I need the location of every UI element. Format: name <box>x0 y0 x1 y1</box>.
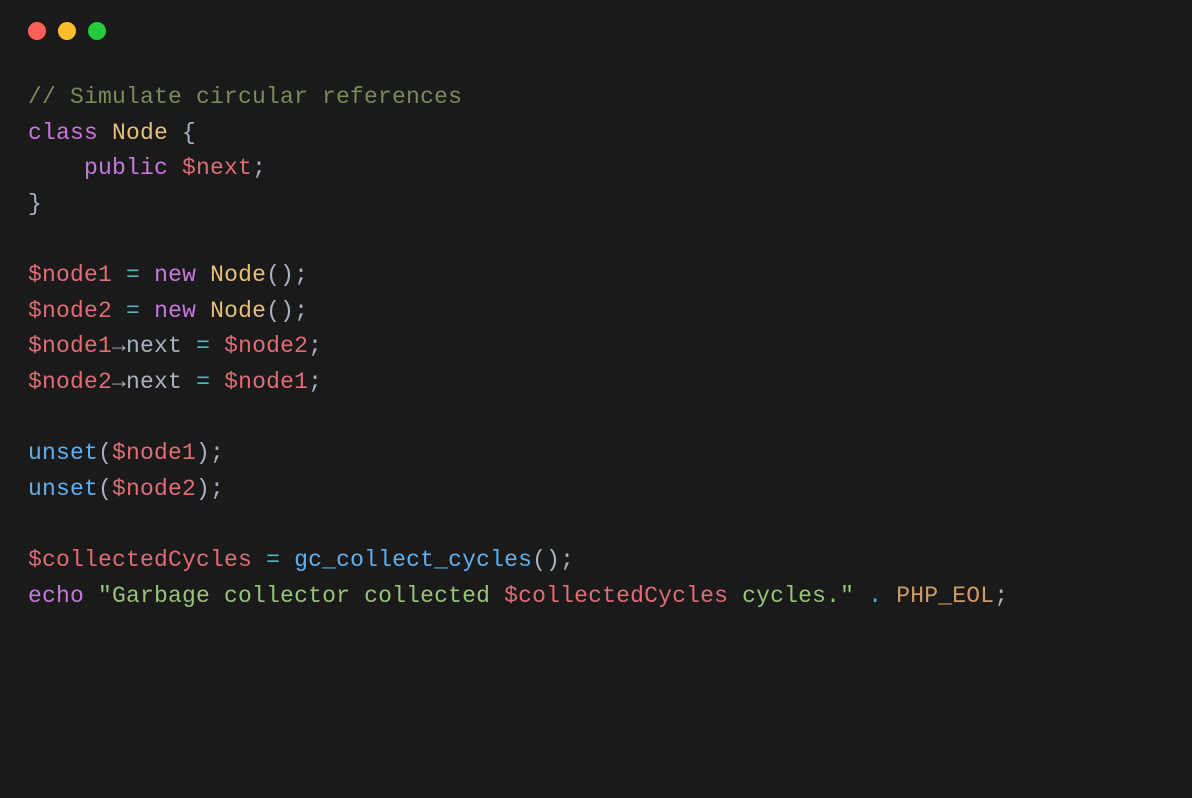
code-token-default <box>112 298 126 324</box>
code-token-punc: { <box>168 120 196 146</box>
code-token-classname: Node <box>210 262 266 288</box>
code-token-op: = <box>196 369 210 395</box>
code-token-op: = <box>266 547 280 573</box>
code-token-default <box>28 155 84 181</box>
code-token-string: cycles." <box>728 583 854 609</box>
code-token-op: = <box>126 298 140 324</box>
code-token-func: unset <box>28 476 98 502</box>
titlebar <box>0 0 1192 50</box>
code-token-punc: } <box>28 191 42 217</box>
code-token-keyword: new <box>154 298 196 324</box>
code-token-default: → <box>112 333 126 359</box>
code-token-var: $collectedCycles <box>28 547 252 573</box>
code-token-default: → <box>112 369 126 395</box>
code-token-punc: ; <box>308 333 322 359</box>
code-token-default <box>882 583 896 609</box>
code-token-classname: Node <box>210 298 266 324</box>
code-token-default <box>98 120 112 146</box>
code-token-func: gc_collect_cycles <box>294 547 532 573</box>
code-token-default <box>140 298 154 324</box>
code-token-punc: ; <box>994 583 1008 609</box>
code-token-var: $next <box>182 155 252 181</box>
code-token-default <box>280 547 294 573</box>
code-token-var: $node1 <box>224 369 308 395</box>
code-token-op: = <box>196 333 210 359</box>
code-token-comment: // Simulate circular references <box>28 84 462 110</box>
code-token-default <box>252 547 266 573</box>
code-token-default <box>210 333 224 359</box>
code-token-var: $node1 <box>28 333 112 359</box>
code-token-default <box>84 583 98 609</box>
code-token-punc: ; <box>308 369 322 395</box>
code-area[interactable]: // Simulate circular references class No… <box>0 50 1192 643</box>
code-token-default <box>112 262 126 288</box>
code-token-keyword: public <box>84 155 168 181</box>
code-token-keyword: new <box>154 262 196 288</box>
code-token-func: unset <box>28 440 98 466</box>
code-token-var: $node1 <box>28 262 112 288</box>
code-token-var: $node2 <box>112 476 196 502</box>
code-token-classname: Node <box>112 120 168 146</box>
code-token-default <box>182 369 196 395</box>
code-token-default <box>140 262 154 288</box>
editor-window: // Simulate circular references class No… <box>0 0 1192 798</box>
code-token-keyword: class <box>28 120 98 146</box>
code-token-punc: (); <box>266 262 308 288</box>
code-token-var: $collectedCycles <box>504 583 728 609</box>
code-token-punc: (); <box>266 298 308 324</box>
code-token-default <box>210 369 224 395</box>
code-token-var: $node2 <box>224 333 308 359</box>
code-token-punc: ); <box>196 476 224 502</box>
code-token-punc: (); <box>532 547 574 573</box>
close-icon[interactable] <box>28 22 46 40</box>
code-token-default <box>854 583 868 609</box>
code-token-var: $node2 <box>28 369 112 395</box>
code-token-default: next <box>126 369 182 395</box>
code-token-op: = <box>126 262 140 288</box>
code-token-keyword: echo <box>28 583 84 609</box>
code-token-punc: ( <box>98 476 112 502</box>
code-token-default <box>182 333 196 359</box>
minimize-icon[interactable] <box>58 22 76 40</box>
code-token-op: . <box>868 583 882 609</box>
code-token-punc: ( <box>98 440 112 466</box>
code-token-punc: ; <box>252 155 266 181</box>
code-token-const: PHP_EOL <box>896 583 994 609</box>
code-token-default <box>168 155 182 181</box>
code-token-string: "Garbage collector collected <box>98 583 504 609</box>
code-token-default: next <box>126 333 182 359</box>
code-token-var: $node1 <box>112 440 196 466</box>
code-token-punc: ); <box>196 440 224 466</box>
code-token-default <box>196 298 210 324</box>
code-token-var: $node2 <box>28 298 112 324</box>
zoom-icon[interactable] <box>88 22 106 40</box>
code-token-default <box>196 262 210 288</box>
